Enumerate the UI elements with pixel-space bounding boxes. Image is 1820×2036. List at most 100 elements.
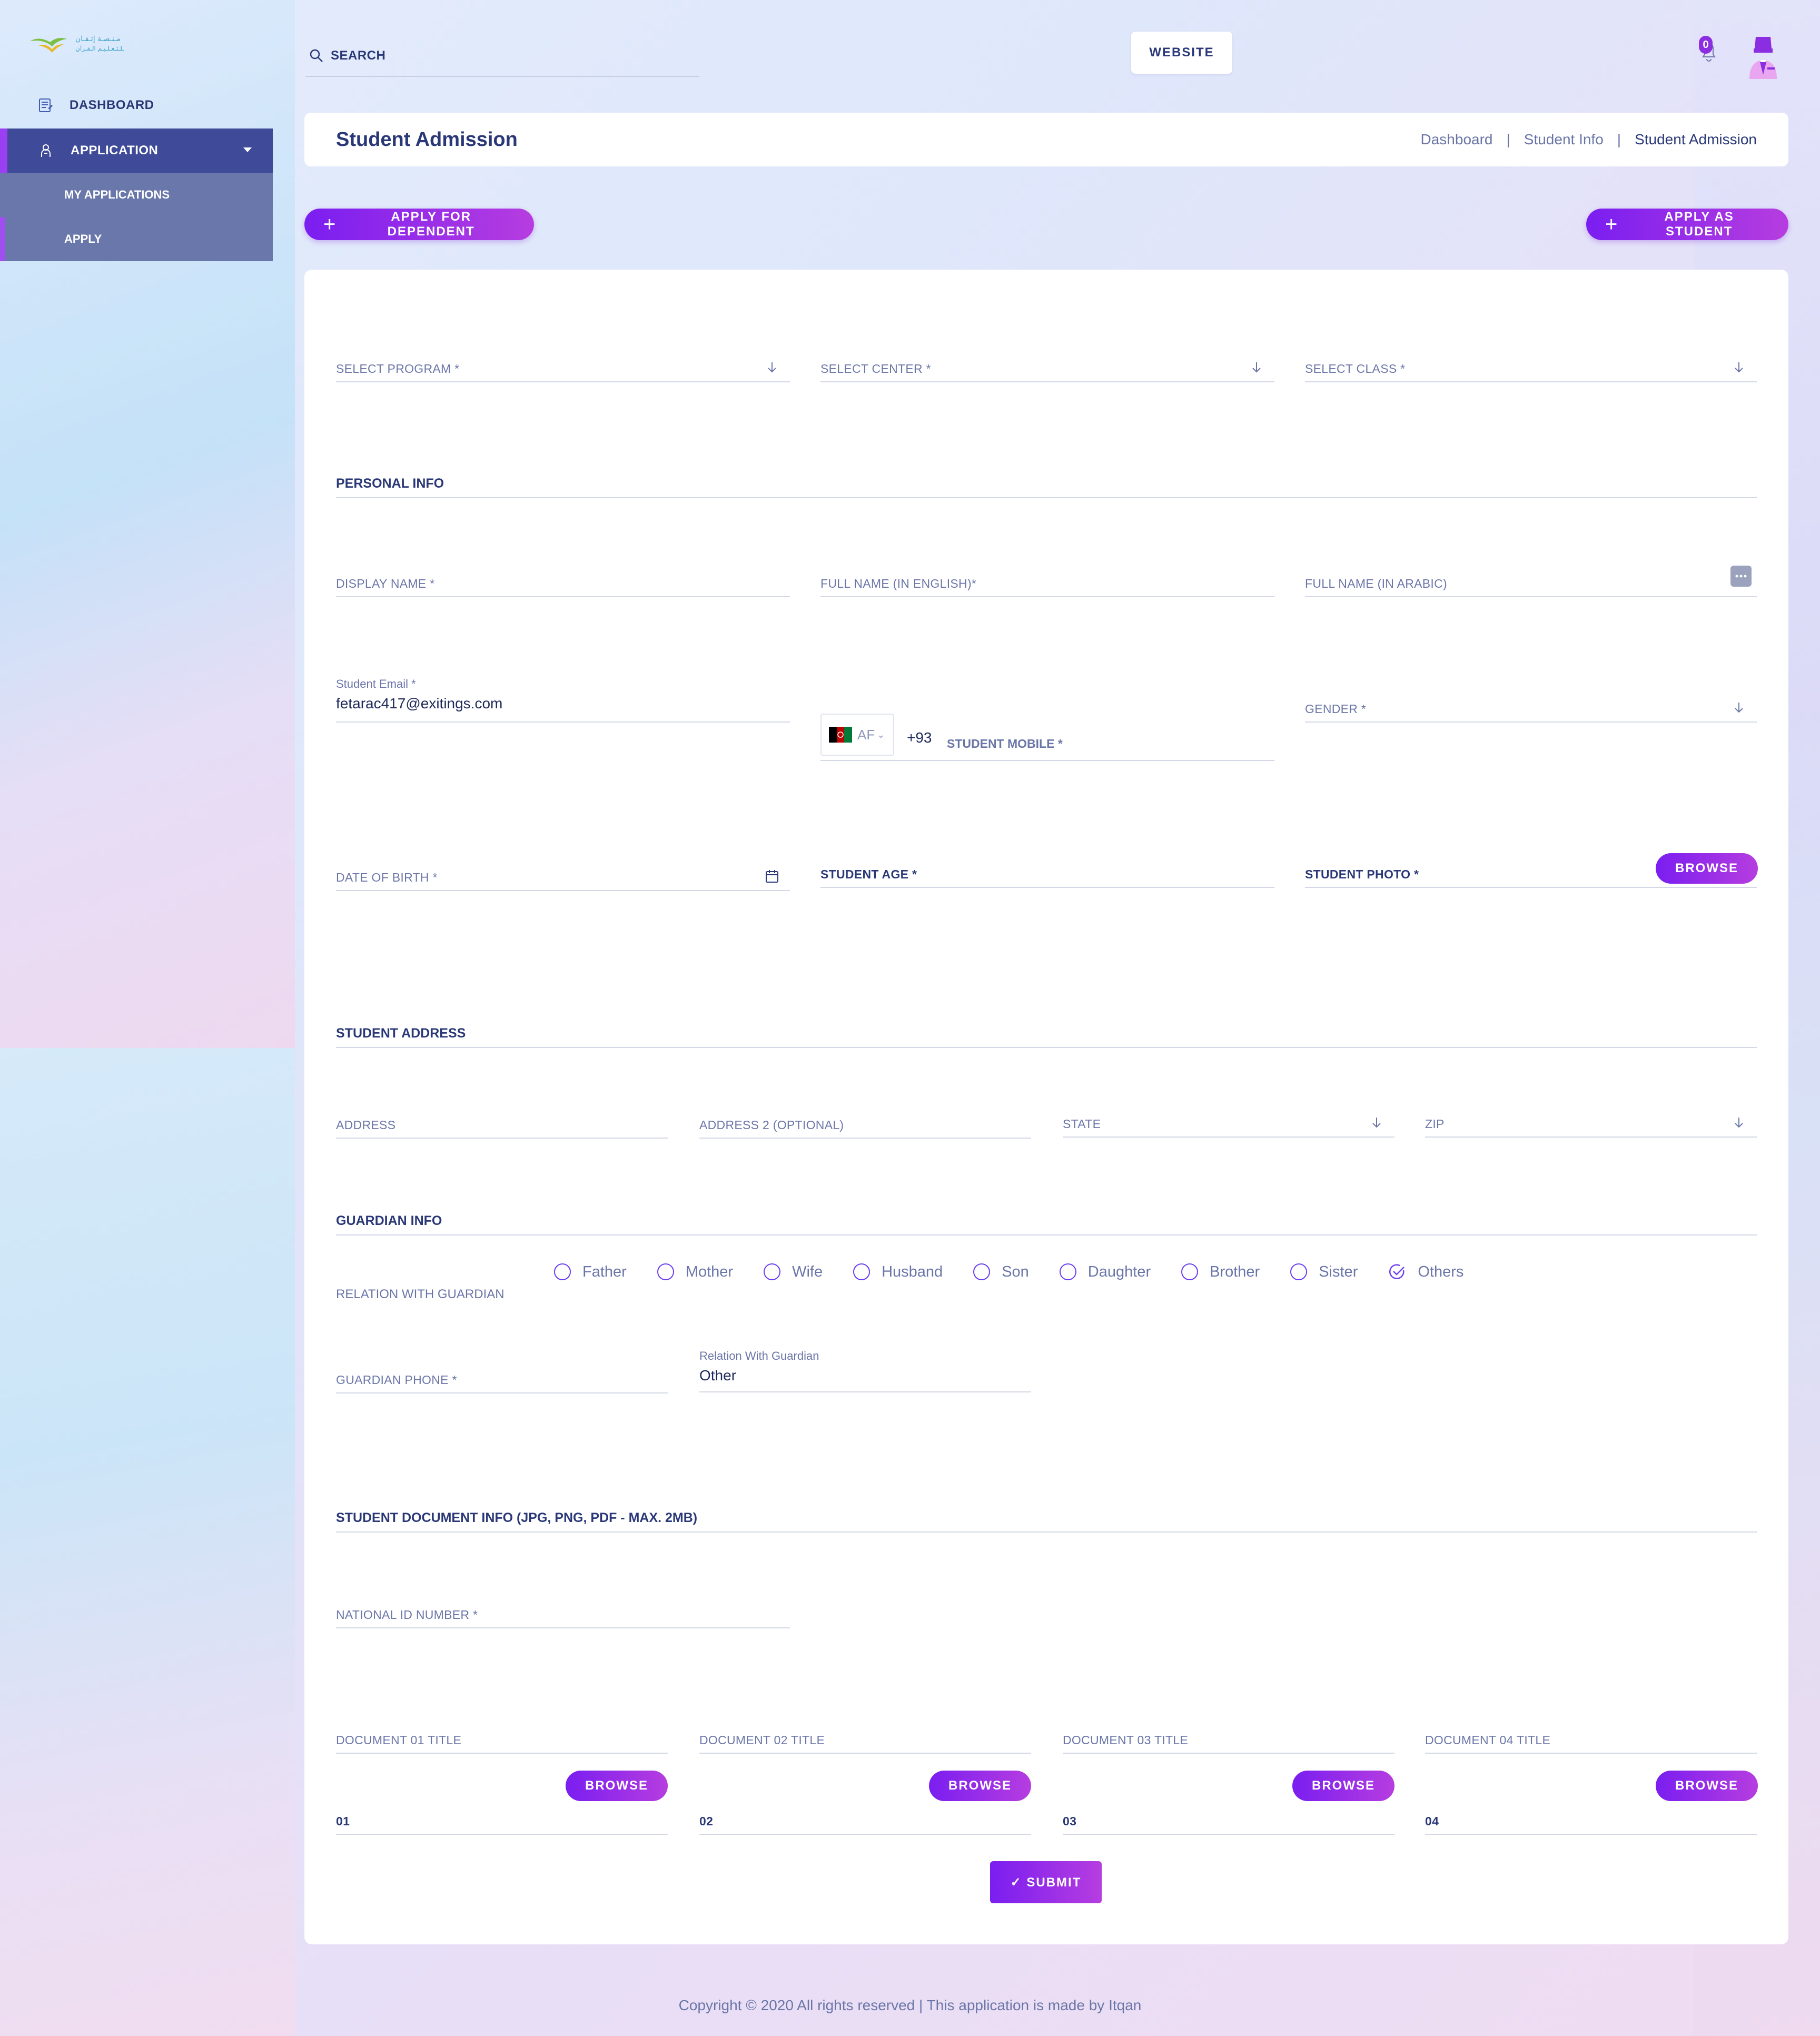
- country-code-select[interactable]: AF ⌄: [820, 714, 894, 756]
- keyboard-icon[interactable]: [1730, 566, 1752, 587]
- sidebar-item-application[interactable]: APPLICATION: [0, 129, 273, 173]
- search-input[interactable]: SEARCH: [305, 36, 699, 77]
- browse-document-04-button[interactable]: BROWSE: [1656, 1771, 1758, 1801]
- select-program-label: SELECT PROGRAM *: [336, 362, 460, 375]
- browse-document-01-button[interactable]: BROWSE: [566, 1771, 668, 1801]
- document-file-label: 03: [1063, 1814, 1077, 1828]
- itqan-logo: مـنـصـة إتـقـان ـلـتـعـلـيـم الـقـرآن: [30, 35, 124, 53]
- website-button[interactable]: WEBSITE: [1131, 32, 1232, 74]
- address2-label: ADDRESS 2 (OPTIONAL): [699, 1118, 844, 1132]
- select-class-label: SELECT CLASS *: [1305, 362, 1406, 375]
- radio-label: Daughter: [1087, 1263, 1151, 1280]
- document-01-file-field[interactable]: 01: [336, 1808, 668, 1835]
- page-title: Student Admission: [336, 128, 518, 151]
- breadcrumb-student-info[interactable]: Student Info: [1524, 131, 1604, 148]
- submit-button[interactable]: ✓ SUBMIT: [990, 1861, 1102, 1903]
- address-field[interactable]: ADDRESS: [336, 1112, 668, 1139]
- full-name-english-field[interactable]: FULL NAME (IN ENGLISH)*: [820, 571, 1274, 597]
- breadcrumb-student-admission: Student Admission: [1635, 131, 1757, 147]
- document-01-title-field[interactable]: DOCUMENT 01 TITLE: [336, 1727, 668, 1754]
- calendar-icon[interactable]: [765, 869, 779, 884]
- avatar[interactable]: [1746, 35, 1780, 79]
- relation-other-field[interactable]: Relation With Guardian Other: [699, 1342, 1031, 1392]
- document-title-label: DOCUMENT 01 TITLE: [336, 1733, 462, 1747]
- apply-as-student-label: APPLY AS STUDENT: [1664, 210, 1734, 239]
- student-address-heading: STUDENT ADDRESS: [336, 1026, 1757, 1048]
- document-file-label: 04: [1425, 1814, 1439, 1828]
- student-email-field[interactable]: Student Email * fetarac417@exitings.com: [336, 670, 790, 723]
- radio-label: Mother: [685, 1263, 734, 1280]
- select-center-label: SELECT CENTER *: [820, 362, 931, 375]
- select-center[interactable]: SELECT CENTER *: [820, 356, 1274, 382]
- student-photo-label: STUDENT PHOTO *: [1305, 867, 1419, 881]
- footer-copyright: Copyright © 2020 All rights reserved | T…: [678, 1997, 1142, 2013]
- breadcrumb-dashboard[interactable]: Dashboard: [1421, 131, 1493, 148]
- radio-sister[interactable]: Sister: [1290, 1263, 1358, 1281]
- relation-other-label: Relation With Guardian: [699, 1349, 819, 1362]
- page-header-card: Student Admission Dashboard | Student In…: [304, 113, 1788, 166]
- guardian-phone-field[interactable]: GUARDIAN PHONE *: [336, 1367, 668, 1393]
- radio-father[interactable]: Father: [554, 1263, 627, 1281]
- zip-select[interactable]: ZIP: [1425, 1111, 1757, 1138]
- radio-daughter[interactable]: Daughter: [1059, 1263, 1151, 1281]
- radio-wife[interactable]: Wife: [764, 1263, 823, 1281]
- relation-with-guardian-label: RELATION WITH GUARDIAN: [336, 1287, 505, 1301]
- relation-other-value: Other: [699, 1367, 737, 1383]
- full-name-arabic-field[interactable]: FULL NAME (IN ARABIC): [1305, 566, 1757, 597]
- apply-as-student-button[interactable]: + APPLY AS STUDENT: [1586, 209, 1788, 240]
- student-icon: [41, 144, 51, 157]
- breadcrumb-separator: |: [1506, 131, 1510, 147]
- gender-select[interactable]: GENDER *: [1305, 696, 1757, 723]
- national-id-field[interactable]: NATIONAL ID NUMBER *: [336, 1602, 790, 1628]
- radio-circle-icon: [1181, 1263, 1199, 1280]
- document-04-title-field[interactable]: DOCUMENT 04 TITLE: [1425, 1727, 1757, 1754]
- guardian-phone-label: GUARDIAN PHONE *: [336, 1373, 457, 1387]
- select-class[interactable]: SELECT CLASS *: [1305, 356, 1757, 382]
- radio-label: Brother: [1210, 1263, 1260, 1280]
- student-email-label: Student Email *: [336, 677, 416, 690]
- document-03-file-field[interactable]: 03: [1063, 1808, 1394, 1835]
- apply-for-dependent-label: APPLY FOR DEPENDENT: [387, 210, 475, 239]
- sidebar-item-label: DASHBOARD: [70, 98, 154, 112]
- student-age-field[interactable]: STUDENT AGE *: [820, 862, 1274, 888]
- search-label: SEARCH: [331, 48, 386, 63]
- radio-husband[interactable]: Husband: [853, 1263, 943, 1281]
- date-of-birth-field[interactable]: DATE OF BIRTH *: [336, 865, 790, 891]
- arrow-down-icon: [1252, 362, 1261, 373]
- apply-for-dependent-button[interactable]: + APPLY FOR DEPENDENT: [304, 209, 534, 240]
- radio-circle-icon: [764, 1263, 781, 1280]
- document-02-file-field[interactable]: 02: [699, 1808, 1031, 1835]
- sidebar-item-my-applications[interactable]: MY APPLICATIONS: [0, 173, 273, 217]
- sidebar-item-apply[interactable]: APPLY: [0, 217, 273, 261]
- document-info-heading: STUDENT DOCUMENT INFO (JPG, PNG, PDF - M…: [336, 1510, 1757, 1533]
- document-title-label: DOCUMENT 04 TITLE: [1425, 1733, 1551, 1747]
- address2-field[interactable]: ADDRESS 2 (OPTIONAL): [699, 1112, 1031, 1139]
- student-mobile-field[interactable]: AF ⌄ +93 STUDENT MOBILE *: [820, 714, 1274, 761]
- browse-document-03-button[interactable]: BROWSE: [1292, 1771, 1394, 1801]
- radio-mother[interactable]: Mother: [657, 1263, 733, 1281]
- radio-others[interactable]: Others: [1388, 1263, 1463, 1281]
- select-program[interactable]: SELECT PROGRAM *: [336, 356, 790, 382]
- radio-brother[interactable]: Brother: [1181, 1263, 1260, 1281]
- browse-document-02-button[interactable]: BROWSE: [929, 1771, 1031, 1801]
- personal-info-heading: PERSONAL INFO: [336, 476, 1757, 498]
- document-03-title-field[interactable]: DOCUMENT 03 TITLE: [1063, 1727, 1394, 1754]
- document-02-title-field[interactable]: DOCUMENT 02 TITLE: [699, 1727, 1031, 1754]
- document-title-label: DOCUMENT 03 TITLE: [1063, 1733, 1189, 1747]
- sidebar-item-dashboard[interactable]: DASHBOARD: [0, 90, 273, 121]
- gender-label: GENDER *: [1305, 702, 1367, 716]
- display-name-field[interactable]: DISPLAY NAME *: [336, 571, 790, 597]
- state-select[interactable]: STATE: [1063, 1111, 1394, 1138]
- browse-photo-button[interactable]: BROWSE: [1656, 853, 1758, 884]
- radio-circle-icon: [1059, 1263, 1076, 1280]
- plus-icon: +: [323, 213, 337, 236]
- document-file-label: 01: [336, 1814, 350, 1828]
- radio-son[interactable]: Son: [973, 1263, 1029, 1281]
- sidebar-item-label: APPLICATION: [71, 143, 159, 157]
- document-title-label: DOCUMENT 02 TITLE: [699, 1733, 825, 1747]
- radio-circle-icon: [657, 1263, 674, 1280]
- check-circle-icon: [1389, 1264, 1405, 1279]
- student-email-value: fetarac417@exitings.com: [336, 695, 503, 711]
- student-mobile-label: STUDENT MOBILE *: [947, 737, 1063, 750]
- document-04-file-field[interactable]: 04: [1425, 1808, 1757, 1835]
